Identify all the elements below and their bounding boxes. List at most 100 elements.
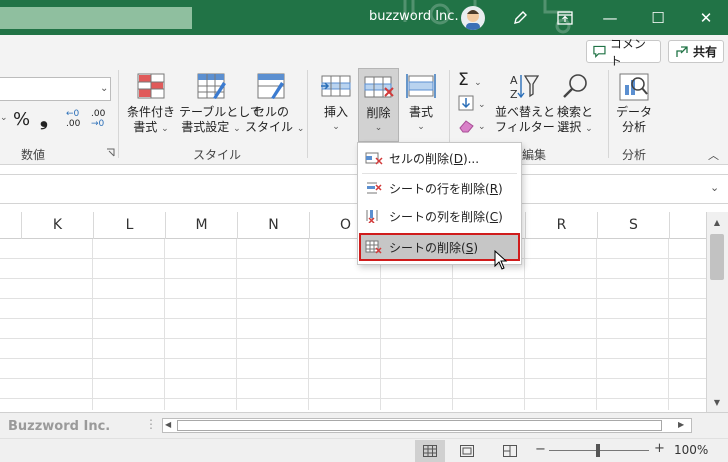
style-group-label: スタイル (193, 148, 242, 162)
delete-dropdown-menu: セルの削除(D)... シートの行を削除(R) シートの列を削除(C) シートの… (357, 142, 522, 265)
restore-ribbon-icon[interactable] (545, 0, 585, 35)
group-separator (608, 70, 609, 158)
dialog-launcher-icon[interactable] (106, 148, 115, 157)
scroll-left-icon[interactable]: ◀ (165, 420, 171, 429)
vertical-scrollbar[interactable]: ▲ ▼ (706, 212, 728, 412)
data-analysis-label: データ 分析 (615, 105, 652, 134)
insert-cells-button[interactable]: 挿入 ⌄ (316, 72, 356, 140)
fill-button[interactable]: ⌄ (458, 95, 488, 111)
svg-text:A: A (510, 74, 518, 87)
column-header[interactable]: L (94, 212, 166, 239)
column-header[interactable]: K (22, 212, 94, 239)
increase-decimal-button[interactable]: ←0 .00 (66, 109, 80, 129)
number-format-select[interactable]: ⌄ (0, 77, 111, 101)
share-button[interactable]: 共有 (668, 40, 724, 63)
currency-format-partial[interactable]: ⌄ (0, 113, 12, 127)
delete-cells-button[interactable]: 削除 ⌄ (358, 68, 399, 142)
zoom-slider-thumb[interactable] (596, 444, 600, 457)
autosum-button[interactable]: Σ ⌄ (458, 70, 482, 90)
group-separator (118, 70, 119, 158)
increase-decimal-bottom: .00 (66, 119, 81, 129)
sheet-tab-bar: Buzzword Inc. ⋮ ◀ ▶ (0, 412, 728, 438)
format-as-table-label: テーブルとして 書式設定 ⌄ (179, 105, 262, 134)
find-select-button[interactable]: 検索と 選択 ⌄ (553, 72, 597, 140)
cell-styles-button[interactable]: セルの スタイル ⌄ (245, 72, 305, 140)
decrease-decimal-bottom: →0 (91, 119, 105, 129)
fill-down-icon: ⌄ (458, 95, 486, 111)
menu-item-delete-cells[interactable]: セルの削除(D)... (359, 144, 520, 172)
delete-cells-icon (359, 151, 389, 165)
number-group-label: 数値 (21, 148, 46, 162)
insert-cells-icon (321, 75, 351, 97)
comment-button[interactable]: コメント (586, 37, 661, 68)
pen-icon[interactable] (500, 0, 540, 35)
scroll-thumb[interactable] (710, 234, 724, 280)
avatar[interactable] (461, 6, 485, 30)
cell-styles-label: セルの スタイル ⌄ (245, 105, 305, 134)
clear-button[interactable]: ⌄ (458, 117, 488, 133)
title-search-box[interactable] (0, 7, 192, 29)
format-as-table-icon (197, 73, 226, 99)
chevron-down-icon: ⌄ (100, 83, 109, 94)
format-as-table-button[interactable]: テーブルとして 書式設定 ⌄ (179, 72, 262, 140)
column-header[interactable]: M (166, 212, 238, 239)
normal-view-button[interactable] (415, 440, 445, 462)
column-headers: KLMNORS (0, 212, 706, 239)
increase-decimal-top: ←0 (66, 109, 80, 119)
zoom-in-button[interactable]: + (654, 441, 665, 456)
scroll-down-icon[interactable]: ▼ (710, 398, 724, 410)
horizontal-scrollbar[interactable]: ◀ ▶ (162, 418, 692, 433)
conditional-formatting-button[interactable]: 条件付き 書式 ⌄ (125, 72, 177, 140)
svg-text:⌄: ⌄ (478, 122, 486, 132)
decrease-decimal-button[interactable]: .00 →0 (91, 109, 105, 129)
svg-text:⌄: ⌄ (478, 100, 486, 110)
column-header[interactable]: S (598, 212, 670, 239)
column-header[interactable]: R (526, 212, 598, 239)
cell-grid[interactable] (0, 239, 706, 410)
comma-style-button[interactable]: ❟ (40, 106, 48, 130)
close-icon[interactable]: ✕ (686, 0, 726, 35)
sort-filter-icon: A Z (510, 74, 539, 100)
percent-button[interactable]: % (13, 109, 30, 130)
menu-item-label: シートの行を削除(R) (389, 181, 503, 196)
collapse-ribbon-icon[interactable]: ︿ (708, 147, 719, 163)
column-header[interactable]: N (238, 212, 310, 239)
delete-label: 削除 ⌄ (366, 106, 391, 133)
expand-formula-bar-icon[interactable]: ⌄ (710, 181, 719, 194)
data-analysis-button[interactable]: データ 分析 (614, 72, 654, 140)
zoom-out-button[interactable]: − (535, 442, 546, 457)
search-icon (563, 74, 587, 98)
analysis-group-label: 分析 (622, 148, 647, 162)
svg-text:Z: Z (510, 88, 518, 100)
share-label: 共有 (693, 45, 718, 59)
sum-icon: Σ (458, 70, 469, 90)
menu-item-delete-rows[interactable]: シートの行を削除(R) (359, 174, 520, 202)
cell-styles-icon (257, 73, 285, 99)
mouse-cursor-icon (494, 250, 508, 270)
find-select-label: 検索と 選択 ⌄ (556, 105, 593, 134)
scroll-up-icon[interactable]: ▲ (710, 218, 724, 230)
minimize-icon[interactable]: — (590, 0, 630, 35)
menu-item-label: シートの削除(S) (389, 240, 478, 255)
scroll-right-icon[interactable]: ▶ (678, 420, 684, 429)
data-analysis-icon (619, 73, 649, 101)
format-cells-button[interactable]: 書式 ⌄ (401, 72, 441, 140)
tab-split-handle[interactable]: ⋮ (145, 417, 157, 431)
conditional-formatting-label: 条件付き 書式 ⌄ (126, 105, 175, 134)
maximize-icon[interactable]: ☐ (638, 0, 678, 35)
page-break-view-icon[interactable] (503, 445, 517, 457)
sort-filter-button[interactable]: A Z 並べ替えと フィルター ⌄ (495, 72, 567, 140)
decrease-decimal-top: .00 (91, 109, 106, 119)
sort-filter-label: 並べ替えと フィルター ⌄ (495, 105, 567, 134)
column-header-partial[interactable] (0, 212, 22, 239)
account-name: buzzword Inc. (369, 9, 459, 24)
delete-columns-icon (359, 209, 389, 223)
format-cells-icon (406, 74, 436, 98)
horizontal-scroll-thumb[interactable] (177, 420, 662, 431)
page-layout-view-icon[interactable] (460, 445, 474, 457)
menu-item-delete-columns[interactable]: シートの列を削除(C) (359, 202, 520, 230)
zoom-level[interactable]: 100% (674, 443, 708, 457)
insert-label: 挿入 ⌄ (323, 105, 348, 132)
watermark: Buzzword Inc. (8, 419, 111, 434)
delete-cells-icon (364, 76, 394, 98)
